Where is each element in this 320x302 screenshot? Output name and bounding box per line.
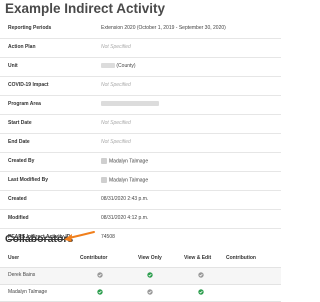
detail-label: Unit <box>8 63 18 69</box>
redacted-text <box>101 63 115 69</box>
detail-label: Last Modified By <box>8 177 49 183</box>
check-circle-gray-icon[interactable] <box>97 272 103 278</box>
detail-value-unit: (County) <box>101 63 136 69</box>
column-header-contribution: Contribution <box>226 255 256 261</box>
detail-row-reporting-periods: Reporting Periods Extension 2020 (Octobe… <box>0 20 281 39</box>
check-circle-green-icon[interactable] <box>97 289 103 295</box>
detail-label: Created By <box>8 158 35 164</box>
detail-row-last-modified-by: Last Modified By Madalyn Talmage <box>0 172 281 191</box>
redacted-text <box>101 101 159 107</box>
avatar <box>101 158 107 164</box>
check-circle-green-icon[interactable] <box>198 289 204 295</box>
detail-value-program-area <box>101 101 159 107</box>
detail-label: Action Plan <box>8 44 36 50</box>
detail-label: Reporting Periods <box>8 25 52 31</box>
detail-value: (County) <box>116 63 136 69</box>
detail-row-program-area: Program Area <box>0 96 281 115</box>
check-circle-gray-icon[interactable] <box>198 272 204 278</box>
table-row: Derek Bains <box>0 268 281 285</box>
detail-value: Not Specified <box>101 139 131 145</box>
detail-value-user: Madalyn Talmage <box>101 177 148 183</box>
detail-row-covid-impact: COVID-19 Impact Not Specified <box>0 77 281 96</box>
detail-value: 08/31/2020 4:12 p.m. <box>101 215 149 221</box>
detail-value: Extension 2020 (October 1, 2019 - Septem… <box>101 25 226 31</box>
detail-value: Not Specified <box>101 44 131 50</box>
check-circle-gray-icon[interactable] <box>147 289 153 295</box>
detail-row-start-date: Start Date Not Specified <box>0 115 281 134</box>
column-header-view-only: View Only <box>138 255 162 261</box>
detail-value: Madalyn Talmage <box>109 158 149 165</box>
arrow-head <box>64 234 72 242</box>
table-header-row: User Contributor View Only View & Edit C… <box>0 251 281 268</box>
detail-row-modified: Modified 08/31/2020 4:12 p.m. <box>0 210 281 229</box>
check-circle-green-icon[interactable] <box>147 272 153 278</box>
detail-label: COVID-19 Impact <box>8 82 49 88</box>
column-header-user: User <box>8 255 20 261</box>
detail-row-unit: Unit (County) <box>0 58 281 77</box>
detail-row-created: Created 08/31/2020 2:43 p.m. <box>0 191 281 210</box>
page-title: Example Indirect Activity <box>5 1 166 16</box>
detail-label: Program Area <box>8 101 41 107</box>
detail-value: 08/31/2020 2:43 p.m. <box>101 196 149 202</box>
detail-label: Created <box>8 196 27 202</box>
arrow-icon <box>64 231 95 242</box>
collaborator-name: Derek Bains <box>8 272 36 278</box>
detail-value-user: Madalyn Talmage <box>101 158 148 164</box>
detail-label: Modified <box>8 215 29 221</box>
column-header-view-edit: View & Edit <box>184 255 212 261</box>
detail-value: 74508 <box>101 234 115 240</box>
collaborator-name: Madalyn Talmage <box>8 289 48 295</box>
arrow-shaft <box>68 231 95 239</box>
column-header-contributor: Contributor <box>80 255 108 261</box>
collaborators-table: User Contributor View Only View & Edit C… <box>0 251 281 302</box>
table-row: Madalyn Talmage <box>0 285 281 302</box>
avatar <box>101 177 107 183</box>
detail-label: End Date <box>8 139 30 145</box>
detail-value: Not Specified <box>101 120 131 126</box>
detail-row-end-date: End Date Not Specified <box>0 134 281 153</box>
detail-value: Not Specified <box>101 82 131 88</box>
details-table: Reporting Periods Extension 2020 (Octobe… <box>0 20 281 247</box>
detail-row-action-plan: Action Plan Not Specified <box>0 39 281 58</box>
detail-label: Start Date <box>8 120 32 126</box>
detail-row-created-by: Created By Madalyn Talmage <box>0 153 281 172</box>
detail-value: Madalyn Talmage <box>109 177 149 184</box>
